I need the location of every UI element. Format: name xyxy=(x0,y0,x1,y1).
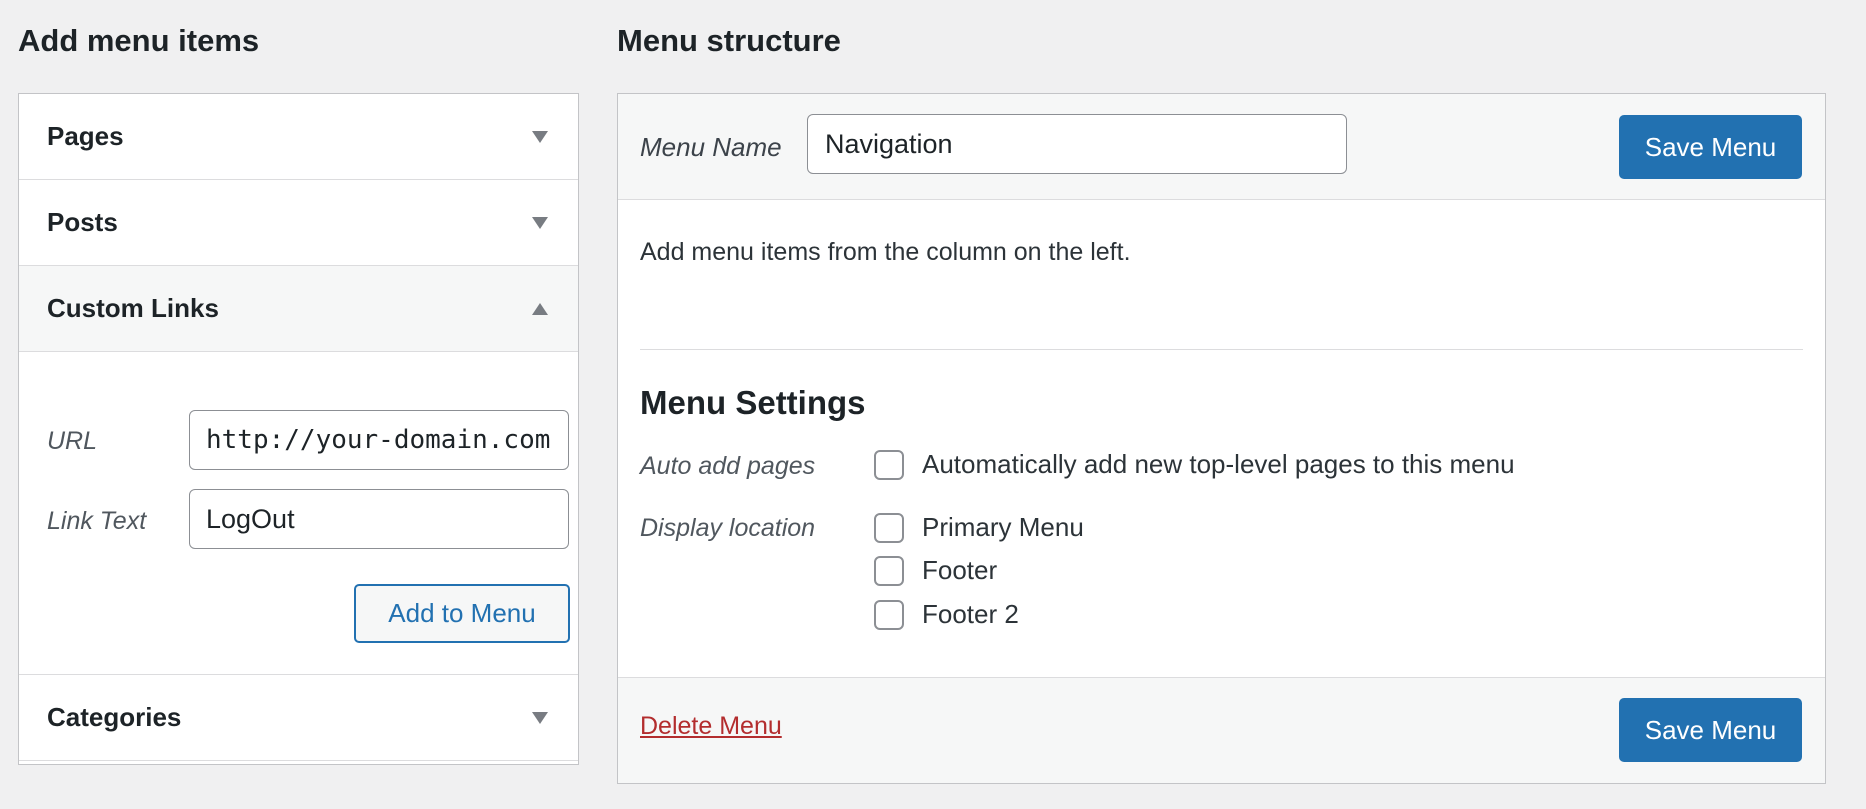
location-footer[interactable]: Footer xyxy=(874,555,997,586)
primary-menu-text: Primary Menu xyxy=(922,512,1084,542)
footer-text: Footer xyxy=(922,555,998,585)
accordion-categories[interactable]: Categories xyxy=(19,675,578,761)
footer-2-text: Footer 2 xyxy=(922,599,1019,629)
url-input[interactable]: http://your-domain.com xyxy=(189,410,569,470)
menu-structure-title: Menu structure xyxy=(617,23,841,58)
auto-add-pages-label: Auto add pages xyxy=(640,452,816,480)
menu-name-label: Menu Name xyxy=(640,132,782,162)
triangle-down-icon xyxy=(532,711,548,724)
footer-checkbox[interactable] xyxy=(874,555,904,586)
menu-structure-panel: Menu Name Save Menu Add menu items from … xyxy=(617,93,1826,784)
url-label: URL xyxy=(47,427,98,455)
accordion-posts-label: Posts xyxy=(47,207,118,237)
link-text-input[interactable]: LogOut xyxy=(189,489,569,549)
save-menu-button-bottom[interactable]: Save Menu xyxy=(1619,698,1802,762)
menu-settings-title: Menu Settings xyxy=(640,384,866,421)
accordion-categories-label: Categories xyxy=(47,702,182,732)
accordion-posts[interactable]: Posts xyxy=(19,180,578,266)
triangle-down-icon xyxy=(532,130,548,143)
add-to-menu-button[interactable]: Add to Menu xyxy=(354,584,570,643)
menu-footer: Delete Menu Save Menu xyxy=(618,677,1825,783)
link-text-label: Link Text xyxy=(47,507,147,535)
menu-header: Menu Name Save Menu xyxy=(618,94,1825,200)
delete-menu-link[interactable]: Delete Menu xyxy=(640,712,782,741)
add-menu-items-panel: Pages Posts Custom Links URL http://your… xyxy=(18,93,579,765)
auto-add-pages-checkbox[interactable] xyxy=(874,449,904,480)
custom-links-form: URL http://your-domain.com Link Text Log… xyxy=(19,352,578,675)
auto-add-pages-option[interactable]: Automatically add new top-level pages to… xyxy=(874,449,1515,480)
empty-menu-hint: Add menu items from the column on the le… xyxy=(640,238,1131,266)
footer-2-checkbox[interactable] xyxy=(874,599,904,630)
divider xyxy=(640,349,1803,350)
triangle-down-icon xyxy=(532,216,548,229)
menu-name-input[interactable] xyxy=(807,114,1347,174)
accordion-custom-links-label: Custom Links xyxy=(47,293,219,323)
save-menu-button-top[interactable]: Save Menu xyxy=(1619,115,1802,179)
accordion-pages[interactable]: Pages xyxy=(19,94,578,180)
accordion-pages-label: Pages xyxy=(47,121,124,151)
location-primary-menu[interactable]: Primary Menu xyxy=(874,512,1084,543)
triangle-up-icon xyxy=(532,302,548,315)
location-footer-2[interactable]: Footer 2 xyxy=(874,599,1019,630)
display-location-label: Display location xyxy=(640,514,816,542)
accordion-custom-links[interactable]: Custom Links xyxy=(19,266,578,352)
primary-menu-checkbox[interactable] xyxy=(874,512,904,543)
auto-add-pages-text: Automatically add new top-level pages to… xyxy=(922,449,1515,479)
add-menu-items-title: Add menu items xyxy=(18,23,260,58)
